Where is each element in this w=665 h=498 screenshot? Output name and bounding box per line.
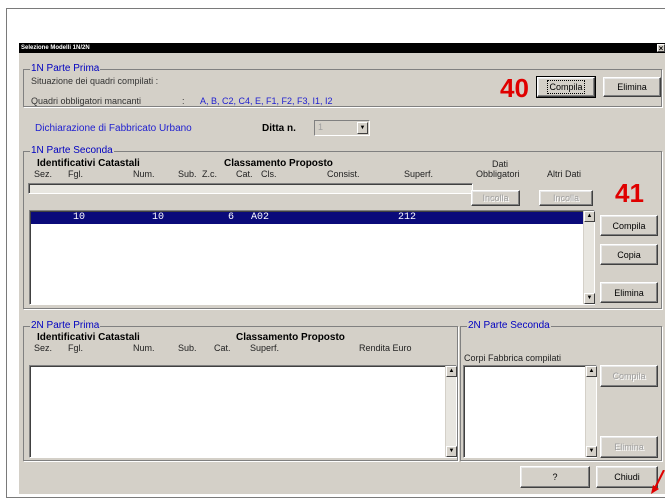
group-legend: 1N Parte Seconda [30, 145, 114, 156]
col-consist: Consist. [327, 169, 360, 179]
help-button[interactable]: ? [520, 466, 590, 488]
group-legend: 2N Parte Prima [30, 320, 101, 331]
scroll-down-icon[interactable]: ▼ [586, 446, 597, 457]
row-cat: A02 [251, 212, 270, 223]
scrollbar[interactable]: ▲ ▼ [583, 211, 595, 304]
mancanti-label: Quadri obbligatori mancanti [31, 96, 142, 106]
col-fgl: Fgl. [68, 343, 84, 353]
corpi-label: Corpi Fabbrica compilati [464, 353, 562, 363]
scroll-up-icon[interactable]: ▲ [586, 366, 597, 377]
pointer-arrow-icon [651, 470, 665, 494]
col-cat: Cat. [236, 169, 253, 179]
close-icon[interactable]: × [657, 44, 665, 53]
scroll-down-icon[interactable]: ▼ [446, 446, 457, 457]
col-num: Num. [133, 169, 155, 179]
col-superf: Superf. [404, 169, 434, 179]
dialog-window: Selezione Modelli 1N/2N × 1N Parte Prima… [18, 42, 665, 494]
dropdown-arrow-icon[interactable]: ▼ [357, 122, 368, 134]
incolla-obbligatori-button[interactable]: Incolla [471, 190, 520, 206]
dialog-titlebar: Selezione Modelli 1N/2N × [19, 43, 665, 53]
mancanti-separator: : [182, 96, 185, 106]
ditta-label: Ditta n. [262, 123, 296, 134]
col-obbligatori: Obbligatori [476, 169, 520, 179]
filter-strip [28, 183, 473, 194]
header-classamento: Classamento Proposto [224, 158, 333, 169]
scroll-down-icon[interactable]: ▼ [584, 293, 595, 304]
dialog-title: Selezione Modelli 1N/2N [21, 45, 90, 51]
elimina-2n-seconda-button[interactable]: Elimina [600, 436, 658, 458]
col-fgl: Fgl. [68, 169, 84, 179]
col-num: Num. [133, 343, 155, 353]
col-sez: Sez. [34, 169, 53, 179]
mancanti-value: A, B, C2, C4, E, F1, F2, F3, I1, I2 [200, 96, 333, 106]
elimina-1n-seconda-button[interactable]: Elimina [600, 282, 658, 303]
compila-2n-seconda-button[interactable]: Compila [600, 365, 658, 387]
group-legend: 2N Parte Seconda [467, 320, 551, 331]
col-sub: Sub. [178, 343, 197, 353]
col-altri-dati: Altri Dati [547, 169, 582, 179]
col-cat: Cat. [214, 343, 231, 353]
list-1n-parte-seconda[interactable]: 10 10 6 A02 212 ▲ ▼ [29, 210, 595, 305]
col-rendita: Rendita Euro [359, 343, 412, 353]
compila-1n-prima-button[interactable]: Compila [536, 76, 596, 98]
elimina-1n-prima-button[interactable]: Elimina [603, 77, 661, 97]
header-classamento: Classamento Proposto [236, 332, 345, 343]
dichiarazione-label: Dichiarazione di Fabbricato Urbano [35, 123, 192, 134]
row-superf: 212 [398, 212, 417, 223]
scrollbar[interactable]: ▲ ▼ [445, 366, 457, 457]
header-identificativi: Identificativi Catastali [37, 158, 140, 169]
group-legend: 1N Parte Prima [30, 63, 101, 74]
scroll-up-icon[interactable]: ▲ [584, 211, 595, 222]
scrollbar[interactable]: ▲ ▼ [585, 366, 597, 457]
col-superf: Superf. [250, 343, 280, 353]
annotation-41: 41 [615, 178, 644, 208]
chiudi-button[interactable]: Chiudi [596, 466, 658, 488]
annotation-40: 40 [500, 73, 529, 103]
scroll-up-icon[interactable]: ▲ [446, 366, 457, 377]
situazione-label: Situazione dei quadri compilati : [31, 76, 159, 86]
ditta-select[interactable]: 1 ▼ [314, 120, 370, 136]
incolla-altri-button[interactable]: Incolla [539, 190, 593, 206]
table-row[interactable]: 10 10 6 A02 212 [31, 212, 583, 224]
row-num: 10 [152, 212, 165, 223]
list-2n-parte-prima[interactable]: ▲ ▼ [29, 365, 457, 458]
compila-1n-seconda-button[interactable]: Compila [600, 215, 658, 236]
list-2n-parte-seconda[interactable]: ▲ ▼ [463, 365, 597, 458]
header-dati: Dati [492, 159, 509, 169]
row-fgl: 10 [73, 212, 86, 223]
ditta-value: 1 [318, 122, 324, 132]
col-cls: Cls. [261, 169, 277, 179]
header-identificativi: Identificativi Catastali [37, 332, 140, 343]
col-sub: Sub. [178, 169, 197, 179]
copia-button[interactable]: Copia [600, 244, 658, 265]
row-zc: 6 [228, 212, 235, 223]
col-sez: Sez. [34, 343, 53, 353]
col-zc: Z.c. [202, 169, 217, 179]
